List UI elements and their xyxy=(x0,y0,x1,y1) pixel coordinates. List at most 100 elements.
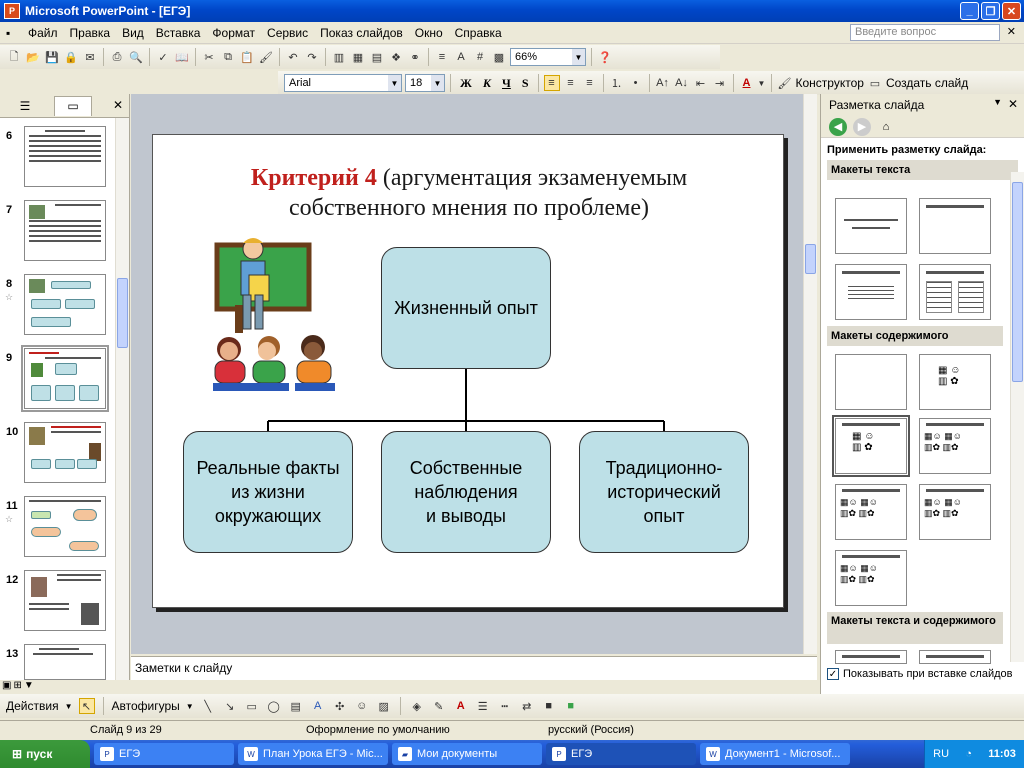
line-icon[interactable]: ╲ xyxy=(200,698,216,714)
slides-scrollbar[interactable] xyxy=(115,118,129,680)
insert-diagram-icon[interactable]: ❖ xyxy=(388,49,404,65)
notes-pane[interactable]: Заметки к слайду xyxy=(131,656,817,680)
layout-title-content-3[interactable]: ▦☺ ▦☺ ▥✿ ▥✿ xyxy=(919,484,991,540)
print-icon[interactable]: ⎙ xyxy=(109,49,125,65)
dash-style-icon[interactable]: ┅ xyxy=(497,698,513,714)
layout-title-text[interactable] xyxy=(835,264,907,320)
tables-borders-icon[interactable]: ▤ xyxy=(369,49,385,65)
preview-icon[interactable]: 🔍 xyxy=(128,49,144,65)
chevron-down-icon[interactable]: ▼ xyxy=(65,702,73,711)
org-box-historical-experience[interactable]: Традиционно- исторический опыт xyxy=(579,431,749,553)
task-button-documents[interactable]: ▰ Мои документы xyxy=(392,743,542,765)
document-menu-icon[interactable]: ▪ xyxy=(0,26,22,40)
language-indicator[interactable]: RU xyxy=(933,748,949,760)
new-icon[interactable]: 🗋 xyxy=(6,49,22,65)
research-icon[interactable]: 📖 xyxy=(174,49,190,65)
insert-chart-icon[interactable]: ▥ xyxy=(331,49,347,65)
network-icon[interactable]: ◔ xyxy=(965,748,972,760)
layout-text-content-2[interactable] xyxy=(919,650,991,664)
designer-button[interactable]: Конструктор xyxy=(796,76,864,90)
decrease-indent-icon[interactable]: ⇤ xyxy=(693,75,709,91)
forward-icon[interactable]: ▶ xyxy=(853,117,871,136)
copy-icon[interactable]: ⧉ xyxy=(220,49,236,65)
chevron-down-icon[interactable]: ▼ xyxy=(186,702,194,711)
menu-slideshow[interactable]: Показ слайдов xyxy=(314,26,409,40)
task-button-ege-active[interactable]: P ЕГЭ xyxy=(546,743,696,765)
menu-insert[interactable]: Вставка xyxy=(150,26,207,40)
3d-style-icon[interactable]: ■ xyxy=(563,698,579,714)
normal-view-icon[interactable]: ▣ xyxy=(2,680,11,694)
layout-blank[interactable] xyxy=(835,354,907,410)
slideshow-view-icon[interactable]: ▼ xyxy=(24,680,34,694)
chevron-down-icon[interactable]: ▼ xyxy=(431,75,444,91)
task-pane-scrollbar[interactable] xyxy=(1010,172,1024,662)
menu-format[interactable]: Формат xyxy=(206,26,261,40)
font-color-icon[interactable]: A xyxy=(739,75,755,91)
autoshapes-menu[interactable]: Автофигуры xyxy=(112,699,180,713)
close-document-icon[interactable]: ✕ xyxy=(1007,25,1016,38)
line-color-icon[interactable]: ✎ xyxy=(431,698,447,714)
grid-icon[interactable]: # xyxy=(472,49,488,65)
menu-file[interactable]: Файл xyxy=(22,26,64,40)
chevron-down-icon[interactable]: ▼ xyxy=(388,75,401,91)
chevron-down-icon[interactable]: ▼ xyxy=(758,75,766,91)
select-pointer-icon[interactable]: ↖ xyxy=(78,698,95,714)
format-painter-icon[interactable]: 🖌 xyxy=(258,49,274,65)
zoom-combo[interactable]: 66% ▼ xyxy=(510,48,586,66)
org-box-real-facts[interactable]: Реальные факты из жизни окружающих xyxy=(183,431,353,553)
arrow-style-icon[interactable]: ⇄ xyxy=(519,698,535,714)
diagram-icon[interactable]: ✣ xyxy=(332,698,348,714)
bullets-icon[interactable]: • xyxy=(628,75,644,91)
insert-table-icon[interactable]: ▦ xyxy=(350,49,366,65)
menu-window[interactable]: Окно xyxy=(409,26,449,40)
font-color-icon[interactable]: A xyxy=(453,698,469,714)
menu-help[interactable]: Справка xyxy=(449,26,508,40)
new-slide-button[interactable]: Создать слайд xyxy=(886,76,968,90)
restore-button[interactable]: ❐ xyxy=(981,2,1000,20)
decrease-font-icon[interactable]: A↓ xyxy=(674,75,690,91)
save-icon[interactable]: 💾 xyxy=(44,49,60,65)
oval-icon[interactable]: ◯ xyxy=(266,698,282,714)
menu-tools[interactable]: Сервис xyxy=(261,26,314,40)
bold-button[interactable]: Ж xyxy=(456,76,476,91)
show-on-insert-checkbox[interactable]: ✓ Показывать при вставке слайдов xyxy=(827,668,1013,680)
font-size-combo[interactable]: 18 ▼ xyxy=(405,74,445,92)
numbering-icon[interactable]: ⒈ xyxy=(609,75,625,91)
chevron-down-icon[interactable]: ▼ xyxy=(572,49,585,65)
align-left-icon[interactable]: ≡ xyxy=(543,75,560,91)
spelling-icon[interactable]: ✓ xyxy=(155,49,171,65)
menu-view[interactable]: Вид xyxy=(116,26,150,40)
textbox-icon[interactable]: ▤ xyxy=(288,698,304,714)
undo-icon[interactable]: ↶ xyxy=(285,49,301,65)
checkbox-checked-icon[interactable]: ✓ xyxy=(827,668,839,680)
arrow-icon[interactable]: ↘ xyxy=(222,698,238,714)
close-icon[interactable]: ✕ xyxy=(113,98,123,112)
back-icon[interactable]: ◀ xyxy=(829,117,847,136)
paste-icon[interactable]: 📋 xyxy=(239,49,255,65)
increase-indent-icon[interactable]: ⇥ xyxy=(712,75,728,91)
font-combo[interactable]: Arial ▼ xyxy=(284,74,402,92)
redo-icon[interactable]: ↷ xyxy=(304,49,320,65)
permission-icon[interactable]: 🔒 xyxy=(63,49,79,65)
fill-color-icon[interactable]: ◈ xyxy=(409,698,425,714)
italic-button[interactable]: К xyxy=(479,76,495,91)
cut-icon[interactable]: ✂ xyxy=(201,49,217,65)
home-icon[interactable]: ⌂ xyxy=(877,118,895,136)
current-slide[interactable]: Критерий 4 (аргументация экзаменуемым со… xyxy=(152,134,784,608)
outline-tab[interactable]: ☰ xyxy=(6,96,44,116)
underline-button[interactable]: Ч xyxy=(498,76,515,91)
menu-edit[interactable]: Правка xyxy=(64,26,117,40)
minimize-button[interactable]: _ xyxy=(960,2,979,20)
layout-title-content[interactable]: ▦ ☺ ▥ ✿ xyxy=(832,415,910,477)
layout-title-two-content[interactable]: ▦☺ ▦☺ ▥✿ ▥✿ xyxy=(919,418,991,474)
task-button-plan[interactable]: W План Урока ЕГЭ - Mic... xyxy=(238,743,388,765)
layout-title-four-content[interactable]: ▦☺ ▦☺ ▥✿ ▥✿ xyxy=(835,550,907,606)
editor-scrollbar[interactable] xyxy=(803,94,817,654)
help-icon[interactable]: ❓ xyxy=(597,49,613,65)
show-formatting-icon[interactable]: A xyxy=(453,49,469,65)
align-center-icon[interactable]: ≡ xyxy=(563,75,579,91)
ask-question-input[interactable]: Введите вопрос xyxy=(850,24,1000,41)
align-right-icon[interactable]: ≡ xyxy=(582,75,598,91)
wordart-icon[interactable]: A xyxy=(310,698,326,714)
shadow-button[interactable]: S xyxy=(518,76,533,91)
